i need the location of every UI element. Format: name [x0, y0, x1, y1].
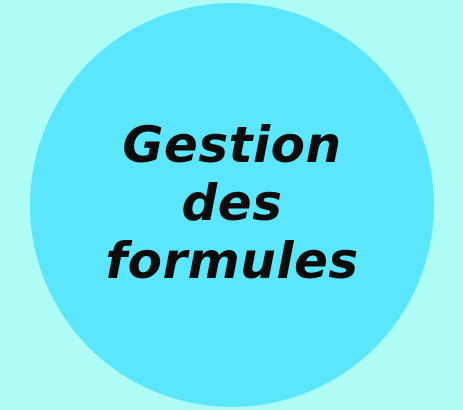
background: Gestion des formules	[0, 0, 463, 410]
title-line-3: formules	[105, 232, 359, 290]
title-line-1: Gestion	[122, 116, 342, 174]
title-text: Gestion des formules	[30, 3, 434, 407]
title-line-2: des	[181, 174, 283, 232]
